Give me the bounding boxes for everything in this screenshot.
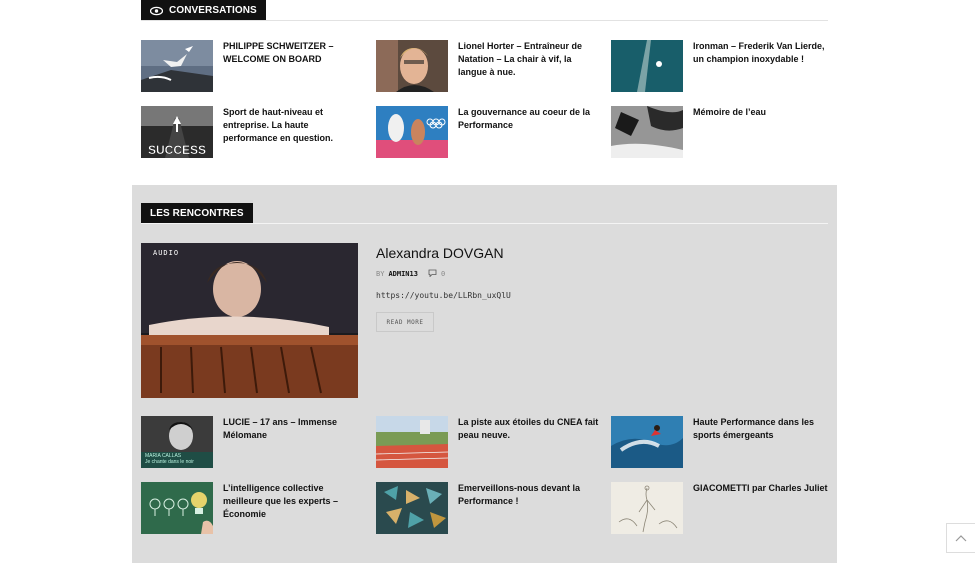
list-item[interactable]: Haute Performance dans les sports émerge…: [611, 416, 836, 468]
conversations-header: CONVERSATIONS: [141, 0, 828, 21]
list-item[interactable]: SUCCESS Sport de haut-niveau et entrepri…: [141, 106, 366, 158]
list-item-title[interactable]: La piste aux étoiles du CNEA fait peau n…: [458, 416, 600, 442]
list-item[interactable]: Lionel Horter – Entraîneur de Natation –…: [376, 40, 601, 92]
section-divider: [141, 223, 828, 224]
read-more-button[interactable]: READ MORE: [376, 312, 434, 332]
thumbnail-lightbulbs[interactable]: [141, 482, 213, 534]
list-item[interactable]: GIACOMETTI par Charles Juliet: [611, 482, 836, 534]
feature-url[interactable]: https://youtu.be/LLRbn_uxQlU: [376, 291, 511, 300]
list-item-title[interactable]: La gouvernance au coeur de la Performanc…: [458, 106, 600, 132]
feature-image[interactable]: AUDIO: [141, 243, 358, 398]
thumbnail-portrait[interactable]: [376, 40, 448, 92]
feature-title[interactable]: Alexandra DOVGAN: [376, 245, 504, 261]
list-item[interactable]: La gouvernance au coeur de la Performanc…: [376, 106, 601, 158]
audio-badge: AUDIO: [153, 249, 180, 257]
comment-icon: [428, 269, 437, 279]
list-item[interactable]: Mémoire de l’eau: [611, 106, 836, 158]
list-item-title[interactable]: Sport de haut-niveau et entreprise. La h…: [223, 106, 365, 145]
list-item-title[interactable]: GIACOMETTI par Charles Juliet: [693, 482, 835, 495]
list-item[interactable]: Emerveillons-nous devant la Performance …: [376, 482, 601, 534]
list-item[interactable]: L’intelligence collective meilleure que …: [141, 482, 366, 534]
thumbnail-caption: MARIA CALLAS Je chante dans le noir: [145, 453, 194, 465]
chevron-up-icon: [955, 529, 967, 547]
author-link[interactable]: ADMIN13: [388, 270, 418, 278]
list-item-title[interactable]: L’intelligence collective meilleure que …: [223, 482, 365, 521]
list-item[interactable]: PHILIPPE SCHWEITZER – WELCOME ON BOARD: [141, 40, 366, 92]
list-item[interactable]: La piste aux étoiles du CNEA fait peau n…: [376, 416, 601, 468]
rencontres-section: LES RENCONTRES AUDIO Alexandra DOVGAN BY…: [132, 185, 837, 563]
list-item-title[interactable]: Emerveillons-nous devant la Performance …: [458, 482, 600, 508]
list-item[interactable]: Ironman – Frederik Van Lierde, un champi…: [611, 40, 836, 92]
thumbnail-running-track[interactable]: [376, 416, 448, 468]
thumbnail-ironman-water[interactable]: [611, 40, 683, 92]
list-item-title[interactable]: PHILIPPE SCHWEITZER – WELCOME ON BOARD: [223, 40, 365, 66]
list-item-title[interactable]: Mémoire de l’eau: [693, 106, 835, 119]
by-label: BY: [376, 270, 385, 278]
thumbnail-sea-birds[interactable]: [141, 40, 213, 92]
comment-count-value: 0: [440, 270, 446, 278]
list-item-title[interactable]: Ironman – Frederik Van Lierde, un champi…: [693, 40, 835, 66]
list-item-title[interactable]: Lionel Horter – Entraîneur de Natation –…: [458, 40, 600, 79]
back-to-top-button[interactable]: [946, 523, 975, 553]
section-divider: [141, 20, 828, 21]
thumbnail-water-memory[interactable]: [611, 106, 683, 158]
list-item-title[interactable]: LUCIE – 17 ans – Immense Mélomane: [223, 416, 365, 442]
rencontres-header: LES RENCONTRES: [141, 203, 828, 224]
list-item-title[interactable]: Haute Performance dans les sports émerge…: [693, 416, 835, 442]
thumbnail-butterflies[interactable]: [376, 482, 448, 534]
success-text: SUCCESS: [148, 143, 206, 157]
feature-meta: BY ADMIN13 0: [376, 269, 445, 279]
conversations-tag: CONVERSATIONS: [141, 0, 266, 21]
rencontres-heading: LES RENCONTRES: [150, 208, 244, 219]
conversations-heading: CONVERSATIONS: [169, 5, 257, 16]
rencontres-tag: LES RENCONTRES: [141, 203, 253, 224]
list-item[interactable]: MARIA CALLAS Je chante dans le noir LUCI…: [141, 416, 366, 468]
thumbnail-olympic-athletes[interactable]: [376, 106, 448, 158]
thumbnail-maria-callas[interactable]: MARIA CALLAS Je chante dans le noir: [141, 416, 213, 468]
thumbnail-success-road[interactable]: SUCCESS: [141, 106, 213, 158]
thumbnail-giacometti-sketch[interactable]: [611, 482, 683, 534]
thumbnail-surfer[interactable]: [611, 416, 683, 468]
comment-count[interactable]: 0: [428, 269, 445, 279]
eye-icon: [149, 6, 164, 16]
